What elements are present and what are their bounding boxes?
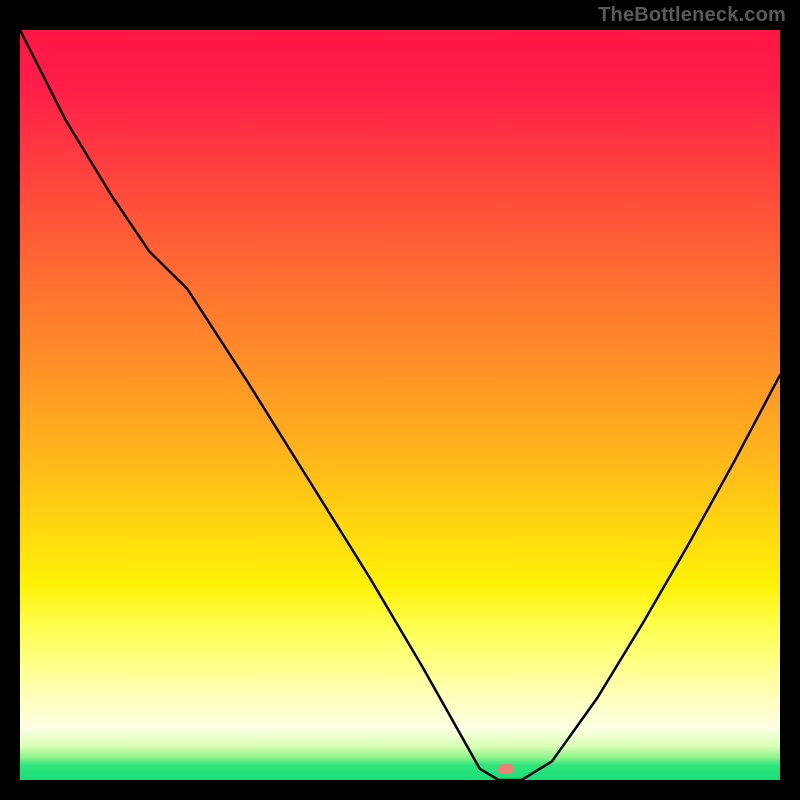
watermark-text: TheBottleneck.com	[598, 4, 786, 27]
curve-path	[20, 30, 780, 780]
plot-area	[20, 30, 780, 780]
optimal-point-marker	[498, 764, 514, 774]
chart-frame: TheBottleneck.com	[0, 0, 800, 800]
bottleneck-curve	[20, 30, 780, 780]
